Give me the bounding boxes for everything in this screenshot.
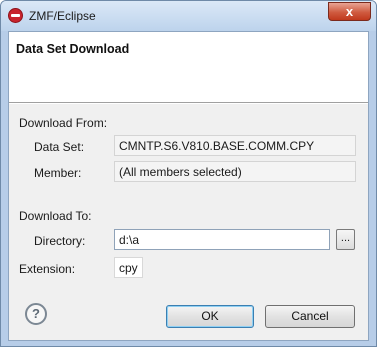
app-icon	[8, 8, 23, 23]
title-banner: Data Set Download	[9, 32, 368, 102]
extension-input[interactable]: cpy	[114, 257, 143, 278]
member-label: Member:	[34, 166, 82, 180]
title-bar[interactable]: ZMF/Eclipse x	[1, 1, 376, 31]
directory-label: Directory:	[34, 234, 86, 248]
dialog-client: Data Set Download Download From: Data Se…	[8, 31, 369, 341]
cancel-button[interactable]: Cancel	[265, 305, 355, 328]
window-title: ZMF/Eclipse	[29, 9, 96, 23]
data-set-field: CMNTP.S6.V810.BASE.COMM.CPY	[114, 135, 356, 156]
download-from-label: Download From:	[19, 116, 108, 130]
dialog-body: Download From: Data Set: CMNTP.S6.V810.B…	[9, 104, 368, 340]
help-icon[interactable]: ?	[25, 303, 47, 325]
data-set-label: Data Set:	[34, 140, 85, 154]
ok-button[interactable]: OK	[166, 305, 254, 328]
extension-label: Extension:	[19, 262, 76, 276]
member-field: (All members selected)	[114, 161, 356, 182]
dialog-heading: Data Set Download	[16, 42, 130, 56]
browse-button[interactable]: ...	[336, 229, 355, 250]
close-button[interactable]: x	[328, 2, 371, 21]
download-to-label: Download To:	[19, 209, 92, 223]
directory-input[interactable]: d:\a	[114, 229, 330, 250]
dialog-window: ZMF/Eclipse x Data Set Download Download…	[0, 0, 377, 347]
